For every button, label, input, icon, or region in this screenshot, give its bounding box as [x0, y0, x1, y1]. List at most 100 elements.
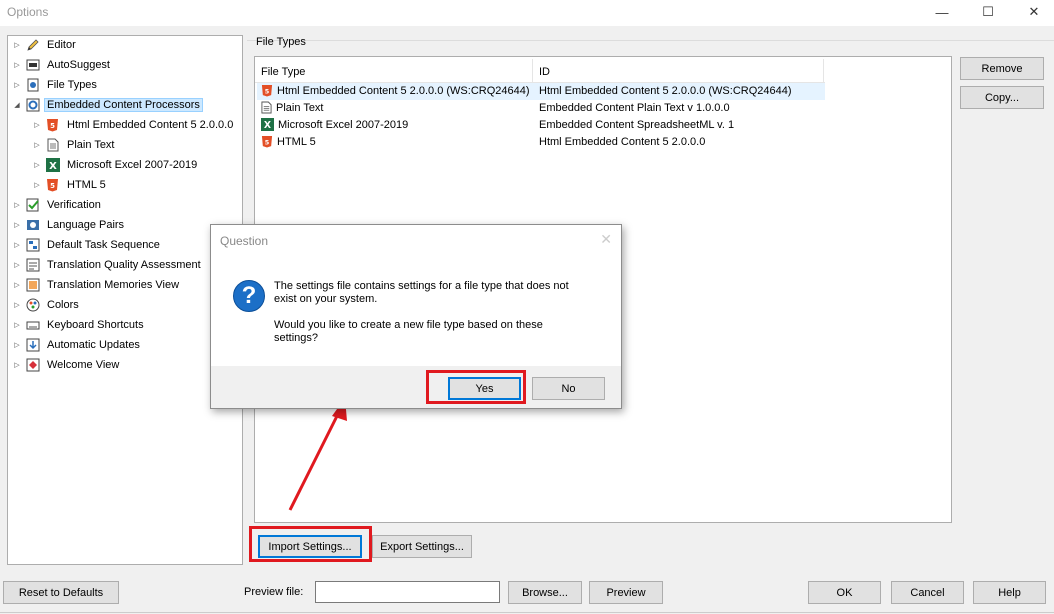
- tree-item-label: Welcome View: [47, 359, 120, 371]
- expand-icon[interactable]: ▷: [32, 161, 42, 169]
- tree-item-colors[interactable]: ▷ Colors: [12, 296, 82, 314]
- file-type-id: Embedded Content SpreadsheetML v. 1: [539, 119, 735, 131]
- html5-icon: 5: [261, 84, 273, 97]
- dialog-message-line: The settings file contains settings for …: [274, 280, 569, 292]
- expand-icon[interactable]: ▷: [32, 121, 42, 129]
- cancel-button[interactable]: Cancel: [891, 581, 964, 604]
- dialog-message-line: Would you like to create a new file type…: [274, 319, 543, 331]
- question-dialog: Question ✕ ? The settings file contains …: [210, 224, 622, 409]
- options-tree[interactable]: ▷ Editor ▷ AutoSuggest ▷ File Types ◢ Em…: [7, 35, 243, 565]
- file-type-id: Html Embedded Content 5 2.0.0.0: [539, 136, 706, 148]
- tree-item-label: Editor: [47, 39, 76, 51]
- expand-icon[interactable]: ▷: [12, 81, 22, 89]
- minimize-icon[interactable]: —: [919, 0, 965, 24]
- html5-icon: 5: [45, 118, 60, 133]
- collapse-icon[interactable]: ◢: [12, 101, 22, 109]
- dialog-title: Question: [220, 234, 269, 248]
- preview-button[interactable]: Preview: [589, 581, 663, 604]
- table-row[interactable]: 5 Html Embedded Content 5 2.0.0.0 (WS:CR…: [257, 83, 825, 100]
- excel-icon: X: [45, 158, 60, 173]
- colors-icon: [25, 298, 40, 313]
- question-icon: ?: [233, 280, 265, 312]
- tree-item-keyboard-shortcuts[interactable]: ▷ Keyboard Shortcuts: [12, 316, 147, 334]
- tree-item-verification[interactable]: ▷ Verification: [12, 196, 104, 214]
- expand-icon[interactable]: ▷: [12, 41, 22, 49]
- export-settings-button[interactable]: Export Settings...: [372, 535, 472, 558]
- expand-icon[interactable]: ▷: [12, 201, 22, 209]
- tree-item-label: Embedded Content Processors: [44, 98, 203, 112]
- gear-icon: [25, 98, 40, 113]
- tree-item-label: Verification: [47, 199, 101, 211]
- expand-icon[interactable]: ▷: [12, 281, 22, 289]
- expand-icon[interactable]: ▷: [12, 341, 22, 349]
- expand-icon[interactable]: ▷: [12, 61, 22, 69]
- close-icon[interactable]: ✕: [1011, 0, 1054, 24]
- keyboard-icon: [25, 318, 40, 333]
- svg-text:5: 5: [50, 122, 55, 130]
- file-type-name: Plain Text: [276, 101, 324, 114]
- tree-item-microsoft-excel[interactable]: ▷ X Microsoft Excel 2007-2019: [32, 156, 200, 174]
- tree-item-html5[interactable]: ▷ 5 HTML 5: [32, 176, 109, 194]
- expand-icon[interactable]: ▷: [12, 261, 22, 269]
- tree-item-welcome-view[interactable]: ▷ Welcome View: [12, 356, 122, 374]
- expand-icon[interactable]: ▷: [12, 241, 22, 249]
- dialog-close-icon[interactable]: ✕: [600, 231, 612, 248]
- file-types-group-label: File Types: [256, 36, 306, 48]
- tree-item-label: Microsoft Excel 2007-2019: [67, 159, 198, 171]
- tree-item-editor[interactable]: ▷ Editor: [12, 36, 79, 54]
- help-button[interactable]: Help: [973, 581, 1046, 604]
- bottom-divider: [0, 612, 1054, 613]
- reset-to-defaults-button[interactable]: Reset to Defaults: [3, 581, 119, 604]
- autosuggest-icon: [25, 58, 40, 73]
- tree-item-translation-quality-assessment[interactable]: ▷ Translation Quality Assessment: [12, 256, 204, 274]
- tree-item-html-embedded-content[interactable]: ▷ 5 Html Embedded Content 5 2.0.0.0: [32, 116, 236, 134]
- file-types-icon: [25, 78, 40, 93]
- column-separator[interactable]: [823, 59, 824, 83]
- file-type-id: Embedded Content Plain Text v 1.0.0.0: [539, 102, 730, 114]
- expand-icon[interactable]: ▷: [12, 221, 22, 229]
- column-separator[interactable]: [532, 59, 533, 83]
- tree-item-label: Plain Text: [67, 139, 115, 151]
- tree-item-translation-memories-view[interactable]: ▷ Translation Memories View: [12, 276, 182, 294]
- tree-item-label: Colors: [47, 299, 79, 311]
- svg-text:5: 5: [265, 87, 270, 95]
- tree-item-label: Language Pairs: [47, 219, 125, 231]
- text-file-icon: [261, 101, 272, 114]
- tree-item-label: Automatic Updates: [47, 339, 140, 351]
- tree-item-automatic-updates[interactable]: ▷ Automatic Updates: [12, 336, 143, 354]
- tree-item-language-pairs[interactable]: ▷ Language Pairs: [12, 216, 127, 234]
- tree-item-label: Translation Quality Assessment: [47, 259, 201, 271]
- expand-icon[interactable]: ▷: [12, 321, 22, 329]
- copy-button[interactable]: Copy...: [960, 86, 1044, 109]
- tree-item-default-task-sequence[interactable]: ▷ Default Task Sequence: [12, 236, 163, 254]
- file-type-name: HTML 5: [277, 135, 316, 148]
- remove-button[interactable]: Remove: [960, 57, 1044, 80]
- no-button[interactable]: No: [532, 377, 605, 400]
- column-header-file-type[interactable]: File Type: [261, 66, 305, 78]
- preview-file-input[interactable]: [315, 581, 500, 603]
- expand-icon[interactable]: ▷: [32, 181, 42, 189]
- svg-text:5: 5: [50, 182, 55, 190]
- file-type-name: Html Embedded Content 5 2.0.0.0 (WS:CRQ2…: [277, 84, 530, 97]
- table-row[interactable]: X Microsoft Excel 2007-2019 Embedded Con…: [257, 117, 825, 134]
- expand-icon[interactable]: ▷: [32, 141, 42, 149]
- tree-item-file-types[interactable]: ▷ File Types: [12, 76, 100, 94]
- table-row[interactable]: 5 HTML 5 Html Embedded Content 5 2.0.0.0: [257, 134, 825, 151]
- tree-item-embedded-content-processors[interactable]: ◢ Embedded Content Processors: [12, 96, 203, 114]
- maximize-icon[interactable]: ☐: [965, 0, 1011, 24]
- browse-button[interactable]: Browse...: [508, 581, 582, 604]
- tree-item-autosuggest[interactable]: ▷ AutoSuggest: [12, 56, 113, 74]
- table-row[interactable]: Plain Text Embedded Content Plain Text v…: [257, 100, 825, 117]
- dialog-button-bar: Yes No: [211, 366, 621, 408]
- tree-item-plain-text[interactable]: ▷ Plain Text: [32, 136, 118, 154]
- preview-file-label: Preview file:: [244, 586, 304, 598]
- import-highlight-box: [249, 526, 372, 562]
- excel-icon: X: [261, 118, 274, 131]
- updates-icon: [25, 338, 40, 353]
- expand-icon[interactable]: ▷: [12, 361, 22, 369]
- ok-button[interactable]: OK: [808, 581, 881, 604]
- html5-icon: 5: [45, 178, 60, 193]
- column-header-id[interactable]: ID: [539, 66, 550, 78]
- expand-icon[interactable]: ▷: [12, 301, 22, 309]
- svg-text:X: X: [264, 120, 271, 131]
